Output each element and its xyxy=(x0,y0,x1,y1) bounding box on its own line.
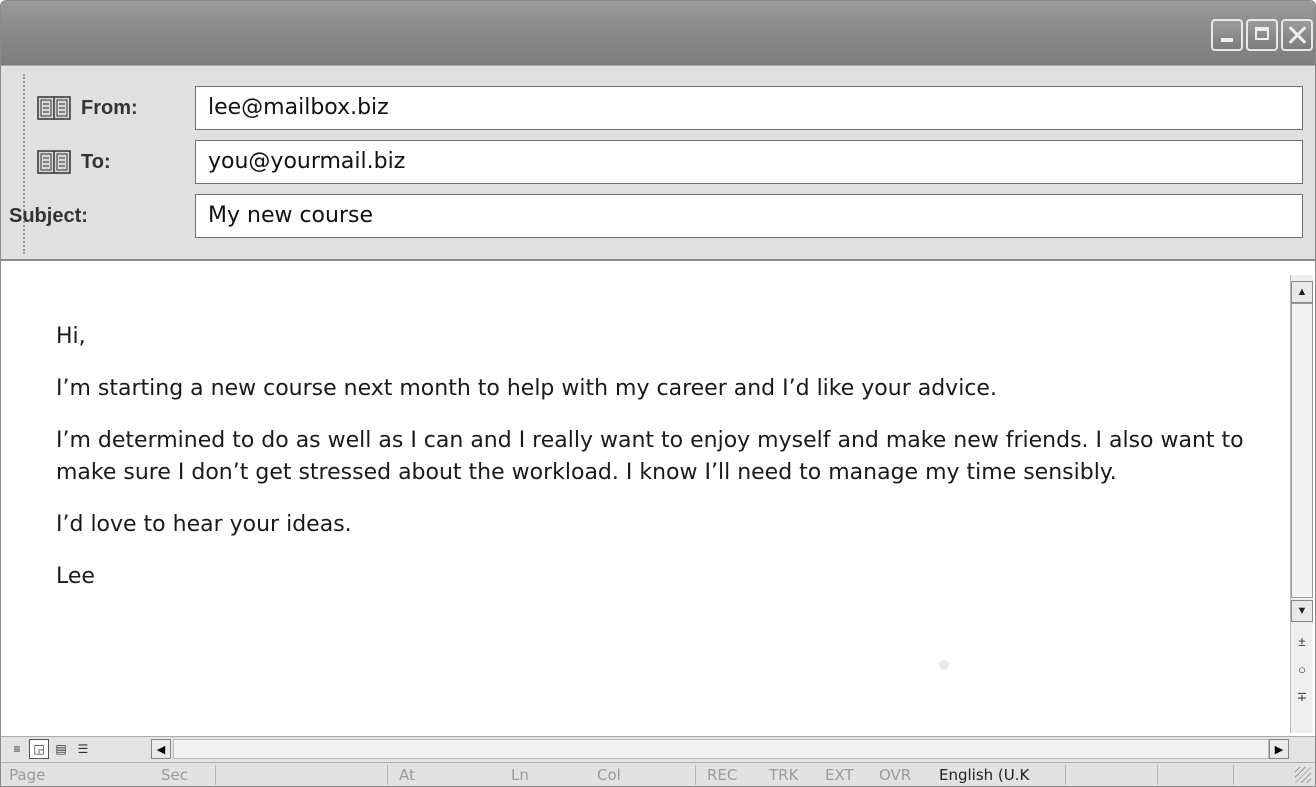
greeting: Hi, xyxy=(56,324,86,349)
to-label-group: To: xyxy=(37,140,197,184)
maximize-icon[interactable] xyxy=(1246,19,1278,51)
status-divider xyxy=(387,765,388,785)
status-ovr[interactable]: OVR xyxy=(879,766,911,784)
subject-label-group: Subject: xyxy=(9,194,169,238)
scroll-down-icon[interactable]: ▼ xyxy=(1291,600,1313,622)
horizontal-scroll-bar: ≡ ◲ ▤ ☰ ◀ ▶ xyxy=(1,736,1315,763)
from-label: From: xyxy=(81,96,138,119)
title-bar[interactable] xyxy=(1,1,1315,65)
from-field[interactable]: lee@mailbox.biz xyxy=(195,86,1303,130)
message-header: From: lee@mailbox.biz To: you@yourmail.b… xyxy=(1,65,1315,260)
subject-field[interactable]: My new course xyxy=(195,194,1303,238)
vertical-scrollbar[interactable]: ▲ ▼ ± ○ ∓ xyxy=(1290,275,1313,733)
outline-view-icon[interactable]: ☰ xyxy=(73,739,93,759)
body-paragraph-3: I’d love to hear your ideas. xyxy=(56,512,352,537)
normal-view-icon[interactable]: ≡ xyxy=(7,739,27,759)
from-label-group: From: xyxy=(37,86,197,130)
status-bar: Page Sec At Ln Col REC TRK EXT OVR Engli… xyxy=(1,762,1315,786)
status-line: Ln xyxy=(511,766,529,784)
message-body[interactable]: Hi, I’m starting a new course next month… xyxy=(1,259,1315,738)
status-rec[interactable]: REC xyxy=(707,766,737,784)
to-label: To: xyxy=(81,150,111,173)
close-icon[interactable] xyxy=(1281,19,1313,51)
status-divider xyxy=(1065,765,1066,785)
select-browse-object-icon[interactable]: ○ xyxy=(1291,658,1313,680)
status-page: Page xyxy=(9,766,46,784)
status-section: Sec xyxy=(161,766,188,784)
scroll-right-icon[interactable]: ▶ xyxy=(1269,739,1289,759)
horizontal-scroll-track[interactable] xyxy=(173,739,1269,759)
view-buttons: ≡ ◲ ▤ ☰ xyxy=(7,739,93,759)
email-compose-window: From: lee@mailbox.biz To: you@yourmail.b… xyxy=(0,0,1316,787)
web-layout-view-icon[interactable]: ◲ xyxy=(29,739,49,759)
status-divider xyxy=(215,765,216,785)
status-divider xyxy=(1157,765,1158,785)
resize-grip-icon[interactable] xyxy=(1295,767,1311,783)
previous-page-icon[interactable]: ± xyxy=(1291,630,1313,652)
scroll-left-icon[interactable]: ◀ xyxy=(151,739,171,759)
status-divider xyxy=(695,765,696,785)
body-paragraph-2: I’m determined to do as well as I can an… xyxy=(56,428,1244,485)
status-trk[interactable]: TRK xyxy=(769,766,798,784)
next-page-icon[interactable]: ∓ xyxy=(1291,686,1313,708)
minimize-icon[interactable] xyxy=(1211,19,1243,51)
subject-label: Subject: xyxy=(9,204,88,227)
window-controls xyxy=(1211,19,1313,51)
status-divider xyxy=(1233,765,1234,785)
address-book-icon[interactable] xyxy=(37,149,71,175)
signoff: Lee xyxy=(56,564,95,589)
status-ext[interactable]: EXT xyxy=(825,766,854,784)
status-language[interactable]: English (U.K xyxy=(939,766,1029,784)
print-layout-view-icon[interactable]: ▤ xyxy=(51,739,71,759)
to-field[interactable]: you@yourmail.biz xyxy=(195,140,1303,184)
message-text[interactable]: Hi, I’m starting a new course next month… xyxy=(56,321,1276,613)
cursor-dot xyxy=(939,660,949,670)
scroll-thumb[interactable] xyxy=(1291,303,1313,598)
address-book-icon[interactable] xyxy=(37,95,71,121)
status-at: At xyxy=(399,766,415,784)
status-column: Col xyxy=(597,766,621,784)
scroll-up-icon[interactable]: ▲ xyxy=(1291,281,1313,303)
body-paragraph-1: I’m starting a new course next month to … xyxy=(56,376,997,401)
